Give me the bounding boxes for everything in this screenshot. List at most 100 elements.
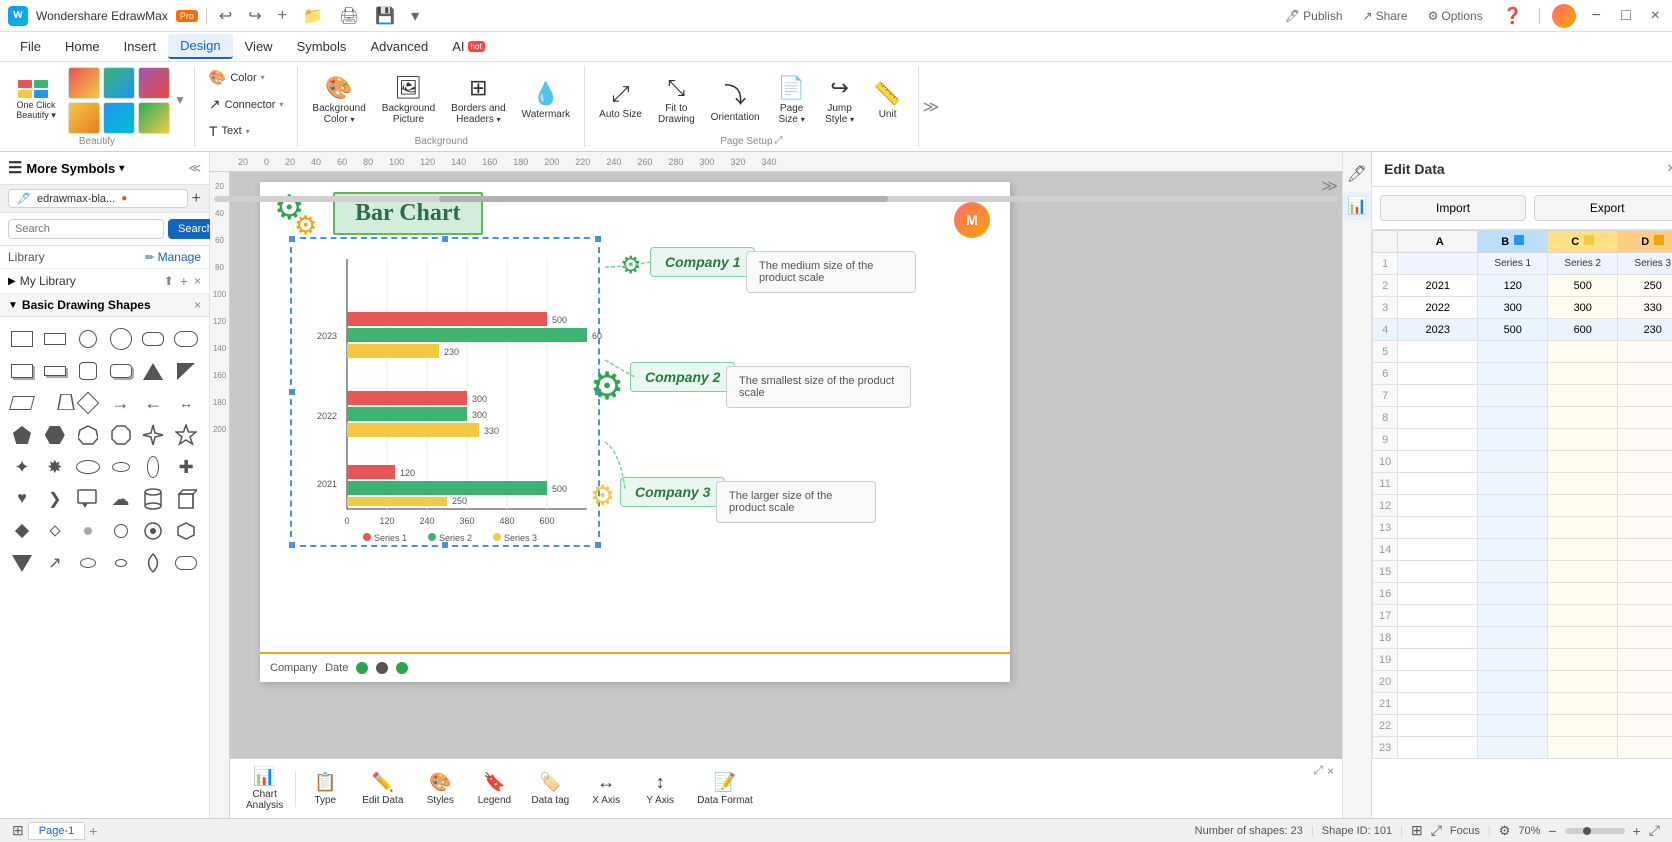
row-19-a[interactable] xyxy=(1398,649,1478,671)
shape-heart[interactable]: ♥ xyxy=(8,485,36,513)
table-row[interactable]: 6 xyxy=(1373,363,1672,385)
shape-heptagon[interactable] xyxy=(74,421,102,449)
table-row[interactable]: 4 2023 500 600 230 xyxy=(1373,319,1672,341)
row-9-c[interactable] xyxy=(1548,429,1618,451)
menu-symbols[interactable]: Symbols xyxy=(285,35,359,58)
row-3-c[interactable]: 300 xyxy=(1548,297,1618,319)
row-18-b[interactable] xyxy=(1478,627,1548,649)
row-12-b[interactable] xyxy=(1478,495,1548,517)
publish-button[interactable]: 🖊Publish xyxy=(1281,9,1347,23)
row-15-b[interactable] xyxy=(1478,561,1548,583)
layers-icon[interactable]: ⊞ xyxy=(1411,822,1423,839)
row-15-a[interactable] xyxy=(1398,561,1478,583)
row-8-b[interactable] xyxy=(1478,407,1548,429)
table-row[interactable]: 9 xyxy=(1373,429,1672,451)
shape-arrow-right[interactable]: → xyxy=(107,389,135,417)
shape-star4[interactable] xyxy=(139,421,167,449)
add-tab-button[interactable]: + xyxy=(192,190,201,208)
data-format-button[interactable]: 📝 Data Format xyxy=(689,768,761,810)
shape-arrow-left[interactable]: ← xyxy=(139,389,167,417)
table-row[interactable]: 22 xyxy=(1373,715,1672,737)
row-1-c[interactable]: Series 2 xyxy=(1548,253,1618,275)
table-row[interactable]: 19 xyxy=(1373,649,1672,671)
shape-rounded-diamond[interactable] xyxy=(139,549,167,577)
row-20-c[interactable] xyxy=(1548,671,1618,693)
row-1-d[interactable]: Series 3 xyxy=(1618,253,1672,275)
panel-icon-style[interactable]: 🖊 xyxy=(1343,160,1371,188)
table-row[interactable]: 12 xyxy=(1373,495,1672,517)
shape-chevron[interactable]: ❯ xyxy=(41,485,69,513)
ribbon-collapse-button[interactable]: ≫ xyxy=(923,97,940,117)
table-row[interactable]: 23 xyxy=(1373,737,1672,759)
row-13-d[interactable] xyxy=(1618,517,1672,539)
my-library-export-btn[interactable]: ⬆ xyxy=(164,273,174,289)
shape-small-oval[interactable] xyxy=(74,549,102,577)
table-row[interactable]: 11 xyxy=(1373,473,1672,495)
table-row[interactable]: 17 xyxy=(1373,605,1672,627)
menu-design[interactable]: Design xyxy=(168,34,232,59)
row-10-a[interactable] xyxy=(1398,451,1478,473)
row-6-b[interactable] xyxy=(1478,363,1548,385)
menu-insert[interactable]: Insert xyxy=(112,35,169,58)
my-library-close-btn[interactable]: × xyxy=(194,273,201,289)
styles-button[interactable]: 🎨 Styles xyxy=(415,768,465,810)
more-button[interactable]: ▾ xyxy=(407,6,423,26)
focus-label[interactable]: Focus xyxy=(1450,825,1480,837)
close-button[interactable]: × xyxy=(1647,7,1664,25)
table-row[interactable]: 14 xyxy=(1373,539,1672,561)
my-library-toggle[interactable]: ▶ My Library xyxy=(8,274,76,288)
row-13-b[interactable] xyxy=(1478,517,1548,539)
manage-link[interactable]: ✏ Manage xyxy=(145,250,201,264)
unit-button[interactable]: 📏 Unit xyxy=(866,77,910,124)
row-23-b[interactable] xyxy=(1478,737,1548,759)
row-1-a[interactable] xyxy=(1398,253,1478,275)
row-4-c[interactable]: 600 xyxy=(1548,319,1618,341)
row-20-b[interactable] xyxy=(1478,671,1548,693)
zoom-settings-icon[interactable]: ⚙ xyxy=(1499,823,1511,839)
row-4-d[interactable]: 230 xyxy=(1618,319,1672,341)
shape-octagon[interactable] xyxy=(107,421,135,449)
preset-5[interactable] xyxy=(103,102,135,134)
row-5-b[interactable] xyxy=(1478,341,1548,363)
shape-star5[interactable] xyxy=(172,421,200,449)
handle-tm[interactable] xyxy=(441,235,449,243)
table-row[interactable]: 15 xyxy=(1373,561,1672,583)
shape-cloud[interactable]: ☁ xyxy=(107,485,135,513)
row-22-a[interactable] xyxy=(1398,715,1478,737)
fit-to-drawing-button[interactable]: ⤡ Fit toDrawing xyxy=(652,71,701,129)
col-c-header[interactable]: C xyxy=(1548,231,1618,253)
chart-toolbar-close-btn[interactable]: × xyxy=(1327,763,1334,778)
row-7-b[interactable] xyxy=(1478,385,1548,407)
legend-button[interactable]: 🔖 Legend xyxy=(469,768,519,810)
table-row[interactable]: 7 xyxy=(1373,385,1672,407)
type-button[interactable]: 📋 Type xyxy=(300,768,350,810)
auto-size-button[interactable]: ⤢ Auto Size xyxy=(593,77,648,124)
row-23-a[interactable] xyxy=(1398,737,1478,759)
preset-3[interactable] xyxy=(138,67,170,99)
shape-shadow-rect[interactable] xyxy=(8,357,36,385)
menu-file[interactable]: File xyxy=(8,35,53,58)
row-21-c[interactable] xyxy=(1548,693,1618,715)
add-page-button[interactable]: + xyxy=(89,823,97,839)
watermark-button[interactable]: 💧 Watermark xyxy=(516,77,577,124)
shape-oval-v[interactable] xyxy=(139,453,167,481)
row-2-c[interactable]: 500 xyxy=(1548,275,1618,297)
scrollbar-thumb[interactable] xyxy=(439,196,889,202)
bg-color-button[interactable]: 🎨 BackgroundColor ▾ xyxy=(306,71,371,129)
zoom-out-button[interactable]: − xyxy=(1548,823,1556,839)
preset-4[interactable] xyxy=(68,102,100,134)
panel-icon-data[interactable]: 📊 xyxy=(1343,192,1371,220)
handle-br[interactable] xyxy=(594,541,602,549)
table-row[interactable]: 2 2021 120 500 250 xyxy=(1373,275,1672,297)
shape-shadow-sm-rect[interactable] xyxy=(41,357,69,385)
table-row[interactable]: 13 xyxy=(1373,517,1672,539)
row-14-a[interactable] xyxy=(1398,539,1478,561)
new-tab-button[interactable]: + xyxy=(274,7,291,25)
row-17-c[interactable] xyxy=(1548,605,1618,627)
shape-hexagon[interactable] xyxy=(41,421,69,449)
handle-tl[interactable] xyxy=(288,235,296,243)
row-1-b[interactable]: Series 1 xyxy=(1478,253,1548,275)
print-button[interactable]: 🖨 xyxy=(335,6,363,26)
library-label[interactable]: Library xyxy=(8,250,45,264)
row-15-c[interactable] xyxy=(1548,561,1618,583)
